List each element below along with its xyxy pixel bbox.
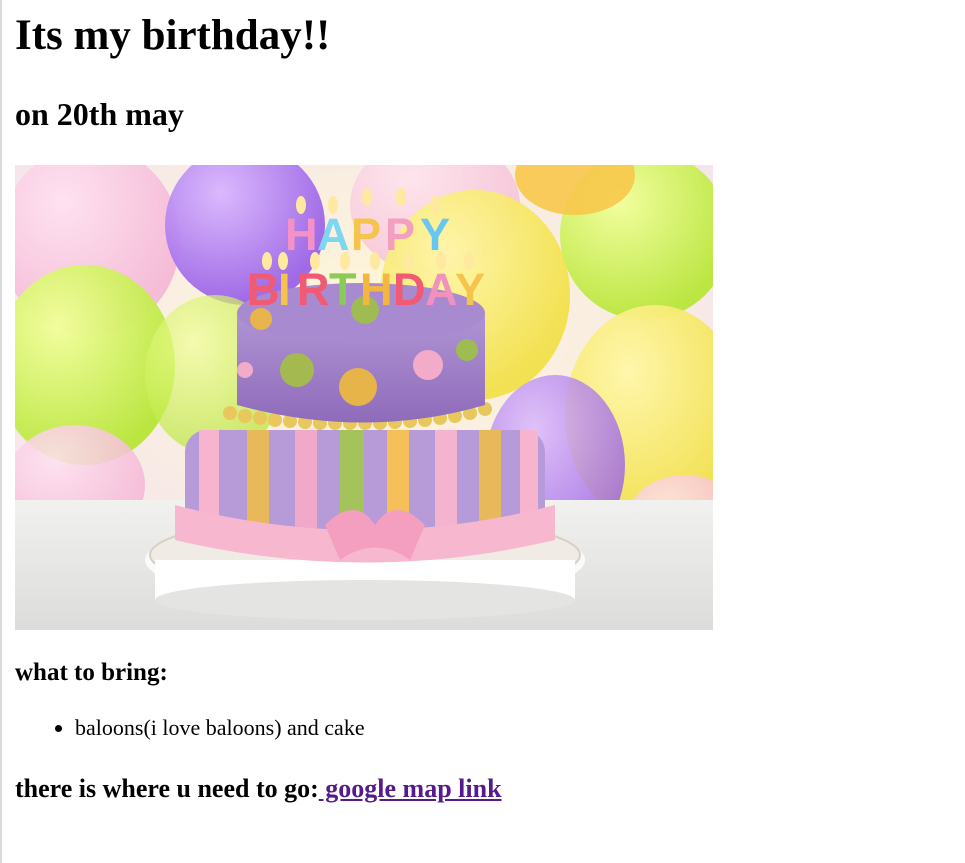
candle-letter-d: D: [393, 264, 426, 315]
candle-letter-h: H: [285, 209, 318, 260]
candle-letter-r: R: [297, 264, 330, 315]
candle-letter-p2: P: [385, 209, 415, 260]
location-heading: there is where u need to go: google map …: [15, 773, 502, 805]
bring-list: baloons(i love baloons) and cake: [15, 714, 365, 742]
what-to-bring-heading: what to bring:: [15, 659, 168, 686]
event-date: on 20th may: [15, 96, 184, 132]
location-label: there is where u need to go:: [15, 774, 319, 803]
candle-letter-y: Y: [420, 209, 450, 260]
candle-letter-y2: Y: [455, 264, 485, 315]
google-map-link[interactable]: google map link: [319, 774, 501, 803]
candle-letter-b: B: [247, 264, 280, 315]
page-left-border: [0, 0, 2, 863]
candle-letter-t: T: [329, 264, 357, 315]
candle-letter-i: I: [278, 264, 291, 315]
page-title: Its my birthday!!: [15, 12, 331, 59]
candle-letter-a2: A: [425, 264, 458, 315]
birthday-cake-image: H A P P Y B I R T H D A Y: [15, 165, 713, 630]
candle-letter-p1: P: [351, 209, 381, 260]
list-item: baloons(i love baloons) and cake: [75, 714, 365, 742]
candle-letter-h2: H: [360, 264, 393, 315]
